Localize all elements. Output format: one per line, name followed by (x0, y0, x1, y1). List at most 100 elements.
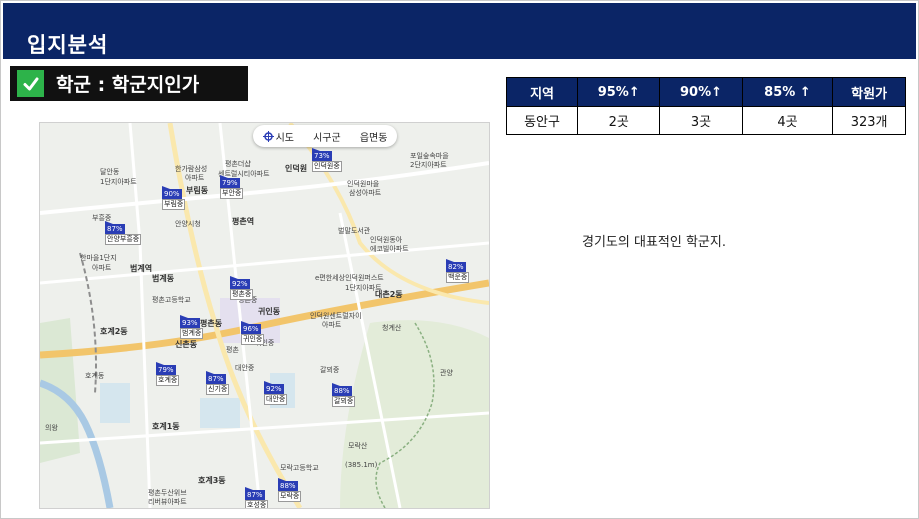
marker-school-name: 귀인중 (241, 334, 265, 345)
marker-school-name: 인덕원중 (312, 161, 342, 172)
school-marker[interactable]: 88% 모락중 (278, 472, 302, 502)
marker-school-name: 호계중 (156, 375, 180, 386)
table-header: 지역 (505, 77, 579, 107)
control-eupmyeondong[interactable]: 읍면동 (358, 129, 390, 144)
marker-school-name: 대안중 (264, 394, 288, 405)
marker-percent: 87% (245, 490, 265, 500)
map-place-label: 청계산 (382, 324, 402, 332)
table-cell: 3곳 (659, 106, 743, 135)
table-cell: 2곳 (577, 106, 661, 135)
map-place-label: 호계2동 (100, 327, 128, 336)
table-cell: 동안구 (505, 106, 579, 135)
marker-percent: 88% (332, 386, 352, 396)
map-place-label: 갈뫼중 (320, 366, 340, 374)
section-title-tag: 학군 : 학군지인가 (10, 66, 248, 101)
marker-school-name: 백운중 (446, 272, 470, 283)
map-place-label: 호계3동 (198, 476, 226, 485)
school-marker[interactable]: 87% 호성중 (245, 481, 269, 508)
school-district-map[interactable]: 시도 시구군 읍면동 한가람삼성 아파트 평촌더샵 센트럴시티아파트 인덕원 포… (39, 122, 490, 509)
marker-percent: 73% (312, 151, 332, 161)
school-marker[interactable]: 93% 범계중 (180, 309, 204, 339)
school-marker[interactable]: 79% 호계중 (156, 356, 180, 386)
checkmark-icon (17, 70, 44, 97)
map-place-label: 아파트 (185, 174, 205, 182)
map-place-label: 평촌고등학교 (152, 296, 191, 304)
marker-percent: 92% (264, 384, 284, 394)
map-place-label: 의왕 (45, 424, 58, 432)
marker-percent: 79% (156, 365, 176, 375)
map-place-label: 평촌 (226, 346, 239, 354)
school-marker[interactable]: 88% 갈뫼중 (332, 377, 356, 407)
school-marker[interactable]: 73% 인덕원중 (312, 142, 342, 172)
map-place-label: 범계동 (152, 274, 175, 283)
control-sido[interactable]: 시도 (261, 129, 296, 144)
map-place-label: 모락산 (348, 442, 368, 450)
map-place-label: 평촌역 (232, 217, 255, 226)
map-place-label: 평촌더샵 (225, 160, 251, 168)
marker-percent: 88% (278, 481, 298, 491)
marker-school-name: 안양부흥중 (105, 234, 142, 245)
map-place-label: 대촌2동 (375, 290, 403, 299)
map-level-controls: 시도 시구군 읍면동 (253, 125, 397, 147)
table-header: 95%↑ (577, 77, 661, 107)
marker-school-name: 신기중 (206, 384, 230, 395)
marker-school-name: 범계중 (180, 328, 204, 339)
map-place-label: 관양 (440, 369, 453, 377)
map-place-label: 인덕원 (285, 164, 308, 173)
school-marker[interactable]: 87% 신기중 (206, 365, 230, 395)
school-marker[interactable]: 82% 백운중 (446, 253, 470, 283)
map-place-label: 안양시청 (175, 220, 201, 228)
map-place-label: e편한세상인덕원퍼스트 (315, 274, 384, 282)
map-place-label: 달안동 (100, 168, 120, 176)
map-place-label: 리버뷰아파트 (148, 498, 187, 506)
map-place-label: 범계역 (130, 264, 153, 273)
map-place-label: (385.1m) (345, 461, 378, 469)
map-place-label: 아파트 (322, 321, 342, 329)
map-place-label: 호계동 (85, 372, 105, 380)
table-header: 학원가 (832, 77, 906, 107)
table-cell: 4곳 (741, 106, 834, 135)
map-place-label: 호계1동 (152, 422, 180, 431)
header-bar: 입지분석 (3, 3, 916, 59)
school-stats-table: 지역 95%↑ 90%↑ 85% ↑ 학원가 동안구 2곳 3곳 4곳 323개 (505, 77, 906, 135)
map-place-label: 벌말도서관 (338, 227, 371, 235)
marker-percent: 79% (220, 178, 240, 188)
school-marker[interactable]: 92% 대안중 (264, 375, 288, 405)
section-title: 학군 : 학군지인가 (56, 74, 200, 96)
table-header: 90%↑ (659, 77, 743, 107)
marker-school-name: 갈뫼중 (332, 396, 356, 407)
school-marker[interactable]: 87% 안양부흥중 (105, 215, 142, 245)
marker-school-name: 평촌중 (230, 289, 254, 300)
marker-percent: 90% (162, 189, 182, 199)
marker-percent: 87% (206, 374, 226, 384)
school-marker[interactable]: 79% 부안중 (220, 169, 244, 199)
map-place-label: 한마을1단지 (80, 254, 117, 262)
school-marker[interactable]: 90% 부림중 (162, 180, 186, 210)
marker-percent: 93% (180, 318, 200, 328)
map-place-label: 에코빌아파트 (370, 245, 409, 253)
map-place-label: 2단지아파트 (410, 161, 447, 169)
marker-school-name: 부림중 (162, 199, 186, 210)
map-place-label: 부림동 (186, 186, 209, 195)
page-title: 입지분석 (27, 33, 109, 57)
table-header-row: 지역 95%↑ 90%↑ 85% ↑ 학원가 (505, 77, 906, 107)
map-place-label: 아파트 (92, 264, 112, 272)
table-row: 동안구 2곳 3곳 4곳 323개 (505, 106, 906, 135)
map-place-label: 삼성아파트 (349, 189, 382, 197)
marker-school-name: 모락중 (278, 491, 302, 502)
marker-school-name: 부안중 (220, 188, 244, 199)
marker-school-name: 호성중 (245, 500, 269, 509)
school-marker[interactable]: 92% 평촌중 (230, 270, 254, 300)
summary-note: 경기도의 대표적인 학군지. (582, 235, 726, 250)
map-place-label: 대안중 (235, 364, 255, 372)
table-cell: 323개 (832, 106, 906, 135)
marker-percent: 87% (105, 224, 125, 234)
school-marker[interactable]: 96% 귀인중 (241, 315, 265, 345)
table-header: 85% ↑ (741, 77, 834, 107)
marker-percent: 92% (230, 279, 250, 289)
control-sido-label: 시도 (275, 132, 294, 144)
map-place-label: 1단지아파트 (100, 178, 137, 186)
marker-percent: 82% (446, 262, 466, 272)
location-target-icon (262, 130, 274, 142)
map-place-label: 귀인동 (258, 307, 281, 316)
